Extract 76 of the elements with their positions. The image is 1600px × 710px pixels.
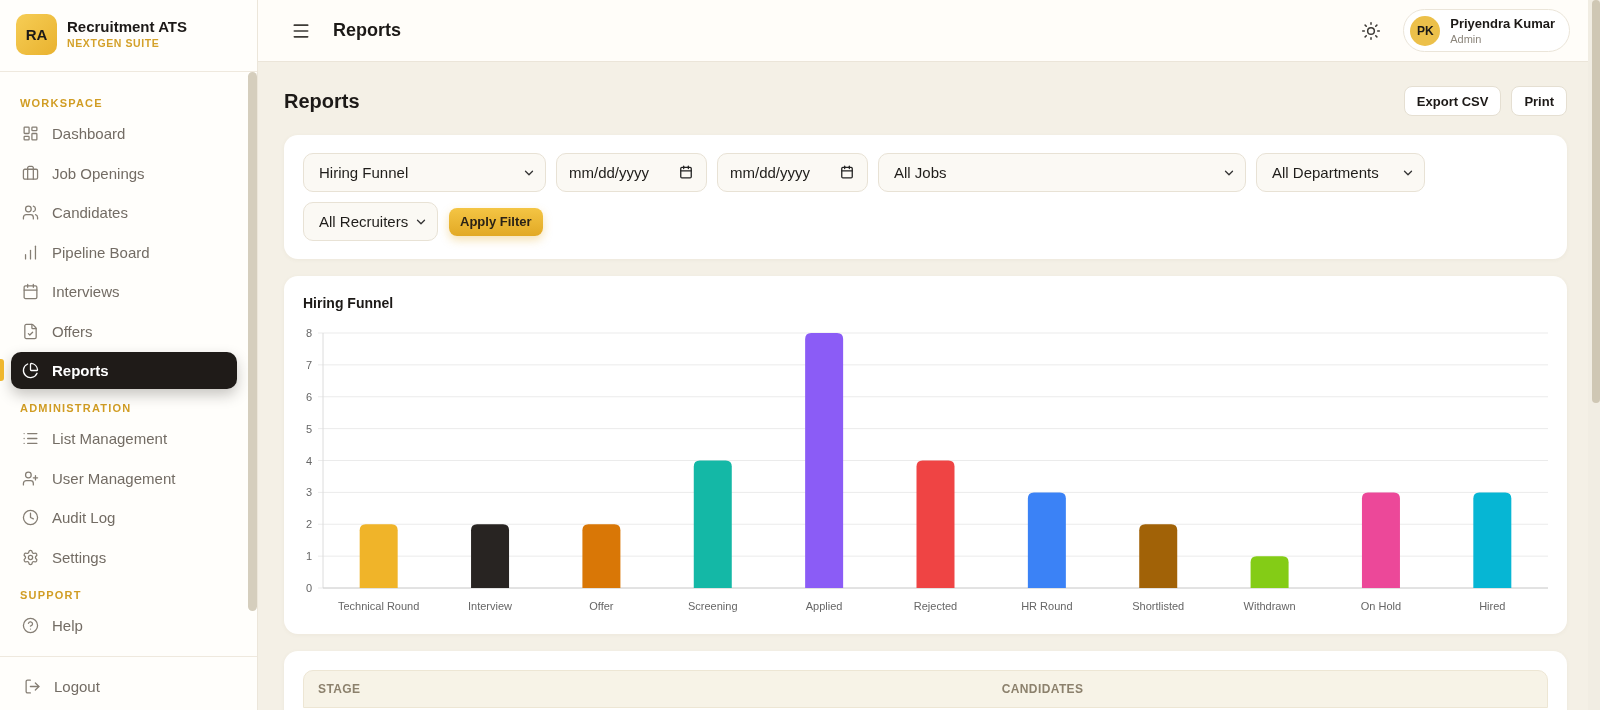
x-axis-label: Shortlisted [1132, 600, 1185, 612]
logout-icon [24, 678, 41, 695]
settings-icon [22, 548, 39, 566]
end-date-field[interactable]: mm/dd/yyyy [717, 153, 868, 192]
y-axis-label: 0 [305, 582, 312, 594]
section-label: ADMINISTRATION [19, 401, 133, 415]
y-axis-label: 6 [305, 390, 312, 403]
x-axis-label: Technical Round [338, 600, 420, 612]
nav-item[interactable]: Job Openings [11, 154, 237, 192]
y-axis-label: 3 [305, 486, 312, 499]
user-role: Admin [1450, 33, 1482, 45]
x-axis-label: Withdrawn [1243, 600, 1296, 612]
nav-item[interactable]: Interviews [11, 273, 237, 310]
pie-chart-icon [22, 362, 39, 379]
calendar-icon [22, 283, 39, 300]
list-icon [22, 430, 39, 447]
y-axis-label: 5 [305, 422, 312, 435]
section-label: WORKSPACE [19, 96, 104, 110]
start-date-field[interactable]: mm/dd/yyyy [556, 153, 707, 192]
recruiter-select[interactable]: All Recruiters [303, 202, 438, 241]
section-label: SUPPORT [19, 587, 83, 602]
users-icon [22, 204, 39, 221]
nav-item[interactable]: Settings [11, 538, 237, 576]
y-axis-label: 8 [305, 327, 312, 339]
nav-item[interactable]: Reports [11, 352, 237, 389]
x-axis-label: HR Round [1021, 600, 1073, 612]
y-axis-label: 7 [305, 358, 312, 371]
briefcase-icon [22, 164, 39, 182]
nav-item[interactable]: Pipeline Board [11, 233, 237, 271]
active-indicator [0, 359, 4, 381]
x-axis-label: Offer [589, 600, 614, 612]
x-axis-label: On Hold [1360, 600, 1402, 612]
logo-tile: RA [16, 13, 57, 55]
page-title: Reports [284, 89, 360, 113]
print-button[interactable]: Print [1511, 86, 1567, 116]
chart-title: Hiring Funnel [303, 295, 395, 311]
y-axis-label: 2 [305, 518, 312, 531]
calendar-icon [679, 165, 693, 179]
dashboard-icon [22, 125, 39, 142]
y-axis-label: 4 [305, 454, 312, 467]
top-bar-title: Reports [333, 20, 402, 41]
job-select[interactable]: All Jobs [878, 153, 1246, 192]
department-select[interactable]: All Departments [1256, 153, 1425, 192]
nav-item[interactable]: Help [11, 606, 237, 644]
help-icon [22, 616, 39, 634]
column-header: STAGE [317, 682, 362, 696]
user-name: Priyendra Kumar [1450, 16, 1555, 31]
y-axis-label: 1 [305, 550, 312, 563]
nav-item[interactable]: Candidates [11, 194, 237, 231]
bar-chart-icon [22, 243, 39, 261]
avatar: PK [1410, 15, 1441, 46]
scrollbar-thumb[interactable] [1592, 0, 1600, 403]
nav-item[interactable]: List Management [11, 420, 237, 457]
x-axis-label: Screening [688, 600, 738, 612]
sun-icon[interactable] [1361, 20, 1382, 41]
nav-item[interactable]: User Management [11, 459, 237, 497]
nav-item[interactable]: Offers [11, 312, 237, 350]
x-axis-label: Applied [805, 600, 843, 612]
export-button[interactable]: Export CSV [1403, 86, 1502, 116]
report-type-select[interactable]: Hiring Funnel [303, 153, 546, 192]
calendar-icon [840, 165, 854, 179]
apply-filter-button[interactable]: Apply Filter [449, 207, 543, 236]
logout-item[interactable]: Logout [13, 668, 237, 705]
clock-icon [22, 509, 39, 526]
x-axis-label: Interview [468, 600, 513, 612]
nav-item[interactable]: Audit Log [11, 499, 237, 536]
document-check-icon [22, 322, 39, 340]
scrollbar-thumb[interactable] [248, 72, 257, 611]
x-axis-label: Hired [1479, 600, 1506, 612]
nav-item[interactable]: Dashboard [11, 115, 237, 152]
column-header: CANDIDATES [1000, 682, 1085, 696]
app-name: Recruitment ATS [67, 18, 187, 36]
user-plus-icon [22, 469, 39, 487]
app-tagline: NEXTGEN SUITE [67, 36, 160, 50]
x-axis-label: Rejected [913, 600, 958, 612]
user-menu[interactable]: PK Priyendra Kumar Admin [1403, 9, 1570, 52]
